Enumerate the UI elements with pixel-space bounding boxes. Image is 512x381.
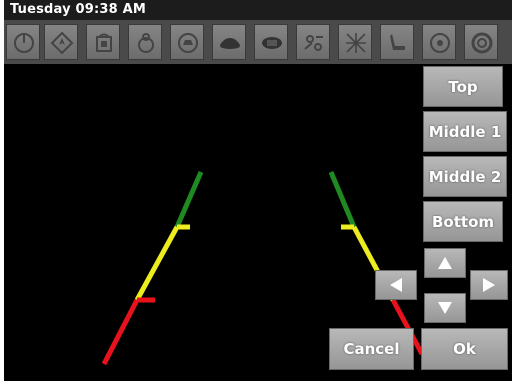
bottom-button-label: Bottom [431, 212, 494, 231]
left-guide-near-segment [101, 298, 140, 366]
seat-icon[interactable] [380, 24, 414, 60]
middle-1-button-label: Middle 1 [428, 122, 502, 141]
music-icon[interactable] [128, 24, 162, 60]
arrow-down-button[interactable] [424, 293, 466, 323]
cancel-button[interactable]: Cancel [329, 328, 414, 370]
top-button-label: Top [448, 77, 478, 96]
car-front-icon[interactable] [170, 24, 204, 60]
car-side-icon[interactable] [212, 24, 246, 60]
status-time: Tuesday 09:38 AM [10, 2, 147, 17]
middle-1-button[interactable]: Middle 1 [423, 111, 507, 152]
arrow-up-button[interactable] [424, 248, 466, 278]
arrow-left-button[interactable] [375, 270, 417, 300]
navigation-icon[interactable] [44, 24, 78, 60]
status-bar: Tuesday 09:38 AM [4, 0, 512, 20]
phone-icon[interactable] [86, 24, 120, 60]
ok-button-label: Ok [453, 340, 476, 358]
arrow-up-icon [438, 257, 452, 269]
settings-icon[interactable] [296, 24, 330, 60]
wheel-icon[interactable] [422, 24, 456, 60]
left-guide-middle-segment [134, 225, 180, 302]
arrow-left-icon [390, 278, 402, 292]
camera-screen: Tuesday 09:38 AM Top Middle 1 Middle 2 B… [4, 0, 512, 381]
tire-icon[interactable] [464, 24, 498, 60]
middle-2-button-label: Middle 2 [428, 167, 502, 186]
bottom-button[interactable]: Bottom [423, 201, 503, 242]
top-button[interactable]: Top [423, 66, 503, 107]
car-top-icon[interactable] [254, 24, 288, 60]
power-icon[interactable] [6, 24, 40, 60]
ok-button[interactable]: Ok [421, 328, 508, 370]
network-icon[interactable] [338, 24, 372, 60]
middle-2-button[interactable]: Middle 2 [423, 156, 507, 197]
left-guide-far-segment [174, 171, 204, 228]
icon-toolbar [4, 20, 512, 64]
arrow-down-icon [438, 302, 452, 314]
cancel-button-label: Cancel [343, 340, 400, 358]
arrow-right-icon [483, 278, 495, 292]
right-guide-far-segment [328, 171, 357, 228]
arrow-right-button[interactable] [470, 270, 508, 300]
